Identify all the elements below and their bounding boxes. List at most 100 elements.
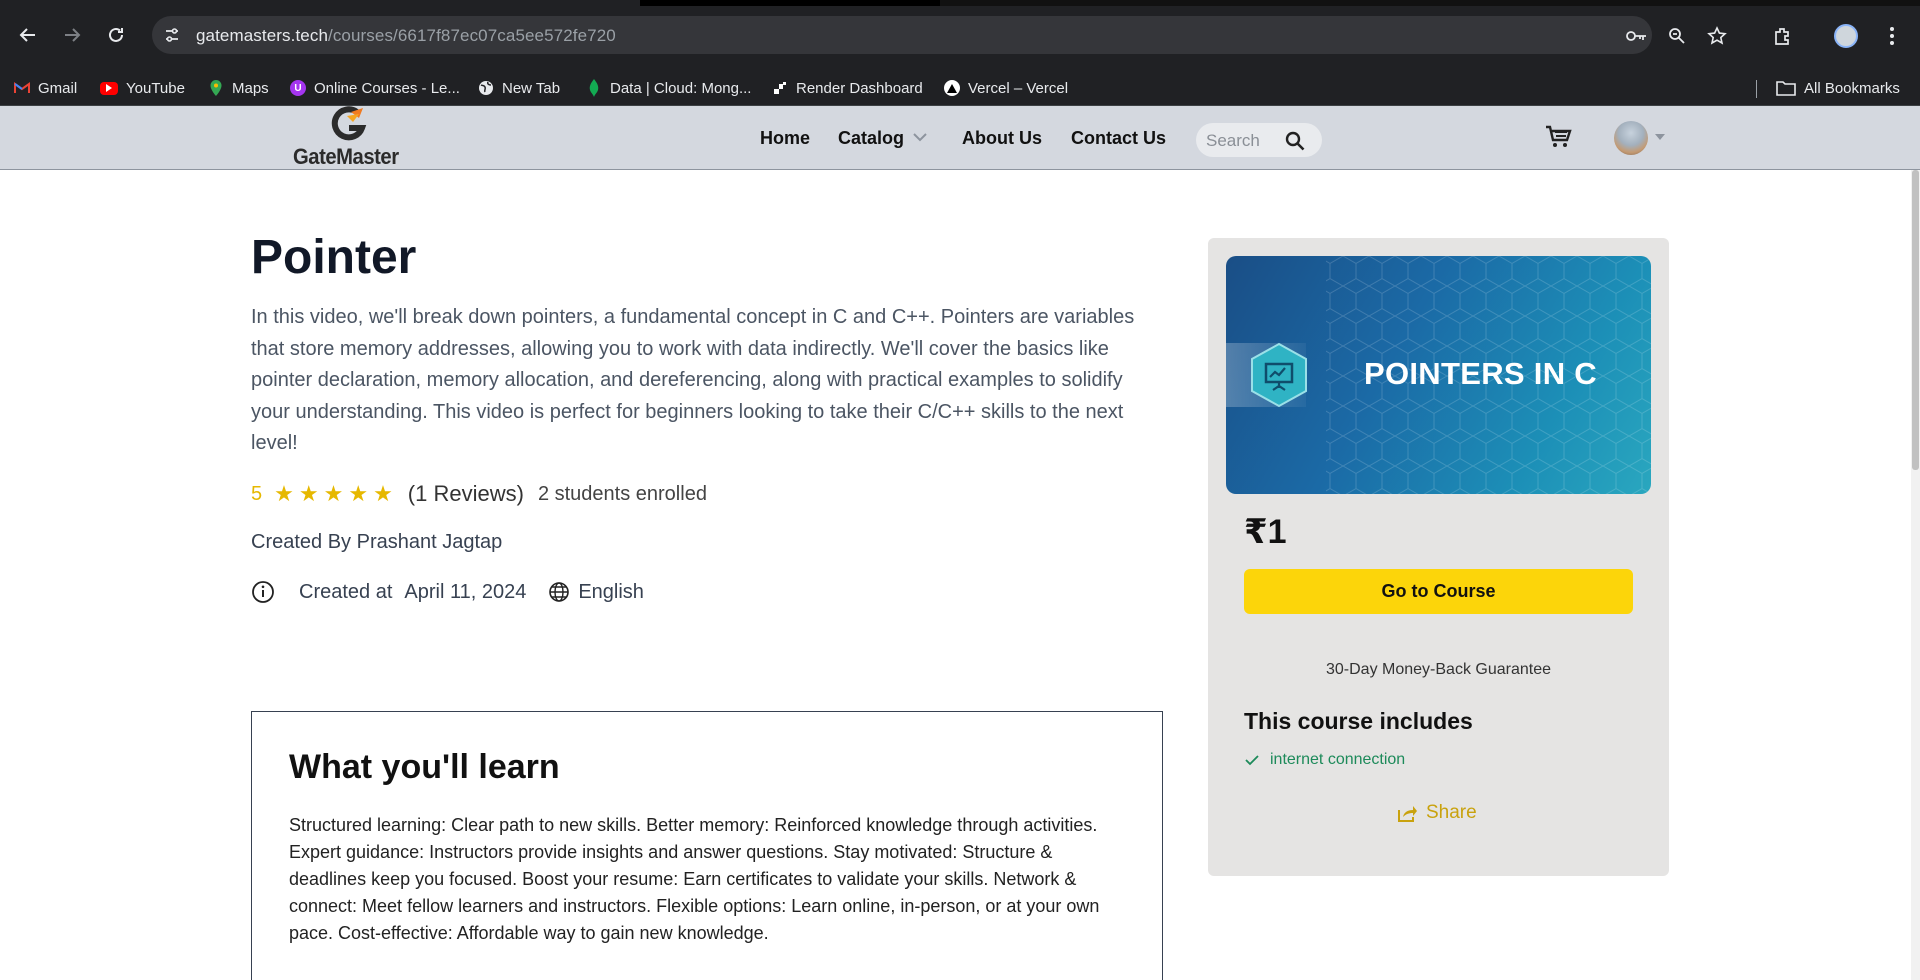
url-path: /courses/6617f87ec07ca5ee572fe720 [328,26,616,45]
gmail-icon [14,80,30,96]
course-title: Pointer [251,231,417,284]
share-label: Share [1426,802,1477,823]
reload-icon [109,27,123,42]
address-bar[interactable]: gatemasters.tech/courses/6617f87ec07ca5e… [152,16,1727,54]
star-icon: ★ [348,481,369,506]
browser-toolbar: gatemasters.tech/courses/6617f87ec07ca5e… [0,14,1920,56]
folder-icon [1776,80,1796,96]
forward-arrow-icon [65,28,81,42]
chevron-down-icon[interactable] [912,128,928,145]
search-placeholder: Search [1206,131,1260,150]
bookmark-maps[interactable]: Maps [208,78,269,98]
star-icon: ★ [323,481,344,506]
nav-home[interactable]: Home [760,128,810,149]
cart-icon[interactable] [1544,123,1572,151]
course-description: In this video, we'll break down pointers… [251,306,1135,454]
tab-edge [940,0,1920,6]
bookmark-label: New Tab [502,79,561,97]
back-arrow-icon [19,28,35,42]
presentation-icon [1251,342,1307,408]
bookmark-label: All Bookmarks [1804,79,1900,97]
course-thumbnail: POINTERS IN C [1226,256,1651,494]
render-icon [772,80,788,96]
all-bookmarks-button[interactable]: All Bookmarks [1776,78,1900,98]
course-author: Created By Prashant Jagtap [251,531,503,553]
what-youll-learn-section: What you'll learn Structured learning: C… [251,711,1163,980]
go-to-course-button[interactable]: Go to Course [1244,569,1633,614]
course-meta: Created at April 11, 2024 English [251,578,644,606]
vercel-icon [944,80,960,96]
bookmark-render[interactable]: Render Dashboard [772,78,923,98]
bookmarks-bar: Gmail YouTube Maps U Online Courses - Le… [0,70,1920,106]
scrollbar-thumb[interactable] [1912,170,1919,470]
thumbnail-title: POINTERS IN C [1364,356,1597,391]
include-item: internet connection [1244,750,1405,770]
bookmark-label: YouTube [126,79,185,97]
bookmark-label: Online Courses - Le... [314,79,460,97]
bookmark-label: Maps [232,79,269,97]
bookmark-new-tab[interactable]: New Tab [478,78,560,98]
includes-heading: This course includes [1244,708,1473,734]
reviews-count: (1 Reviews) [407,481,524,506]
course-language: English [578,580,644,603]
browser-chrome: gatemasters.tech/courses/6617f87ec07ca5e… [0,0,1920,70]
url-host: gatemasters.tech [196,26,328,45]
rating-row: 5 ★ ★ ★ ★ ★ (1 Reviews) 2 students enrol… [251,480,707,508]
url-text: gatemasters.tech/courses/6617f87ec07ca5e… [196,26,616,46]
nav-contact[interactable]: Contact Us [1071,128,1166,149]
browser-menu-icon[interactable] [1880,24,1904,48]
info-icon [252,581,274,603]
bookmark-vercel[interactable]: Vercel – Vercel [944,78,1068,98]
site-header: GateMaster Home Catalog About Us Contact… [0,106,1920,170]
tab-edge [640,0,940,6]
course-purchase-card: POINTERS IN C ₹1 Go to Course 30-Day Mon… [1208,238,1669,876]
bookmark-online-courses[interactable]: U Online Courses - Le... [290,78,460,98]
gatemaster-logo-icon [331,106,367,141]
created-at-date: April 11, 2024 [404,580,527,603]
course-price: ₹1 [1244,513,1287,551]
back-button[interactable] [10,14,46,56]
learn-heading: What you'll learn [289,748,560,786]
page-scrollbar[interactable] [1911,170,1920,980]
globe-icon [478,80,494,96]
password-key-icon[interactable] [1626,25,1648,47]
nav-about[interactable]: About Us [962,128,1042,149]
learn-text: Structured learning: Clear path to new s… [289,815,1100,943]
globe-icon [549,582,570,602]
search-input[interactable]: Search [1196,123,1322,157]
share-button[interactable]: Share [1396,800,1477,826]
user-avatar[interactable] [1614,121,1648,155]
star-icon: ★ [298,481,319,506]
udemy-icon: U [290,80,306,96]
nav-catalog[interactable]: Catalog [838,128,904,149]
zoom-icon[interactable] [1666,25,1688,47]
bookmark-label: Render Dashboard [796,79,923,97]
bookmark-label: Data | Cloud: Mong... [610,79,752,97]
created-at-label: Created at [299,580,393,603]
share-icon [1398,806,1417,822]
site-logo[interactable]: GateMaster [293,106,405,169]
bookmark-star-icon[interactable] [1706,25,1728,47]
search-icon[interactable] [1284,130,1306,152]
star-icon: ★ [373,481,393,506]
include-item-label: internet connection [1270,751,1406,768]
rating-score: 5 [251,482,263,505]
maps-icon [208,80,224,96]
extensions-icon[interactable] [1770,24,1794,48]
bookmark-mongodb[interactable]: Data | Cloud: Mong... [586,78,751,98]
bookmark-youtube[interactable]: YouTube [100,78,185,98]
bookmark-label: Gmail [38,79,78,97]
check-icon [1245,755,1259,766]
forward-button[interactable] [54,14,90,56]
bookmark-gmail[interactable]: Gmail [14,78,77,98]
mongodb-icon [586,79,602,97]
site-settings-icon[interactable] [162,25,182,45]
reload-button[interactable] [98,14,134,56]
money-back-guarantee: 30-Day Money-Back Guarantee [1326,661,1551,678]
browser-profile-avatar[interactable] [1834,24,1858,48]
bookmark-label: Vercel – Vercel [968,79,1069,97]
logo-wordmark: GateMaster [293,144,399,169]
star-icon: ★ [274,481,294,506]
youtube-icon [100,81,118,95]
chevron-down-icon[interactable] [1654,128,1666,144]
